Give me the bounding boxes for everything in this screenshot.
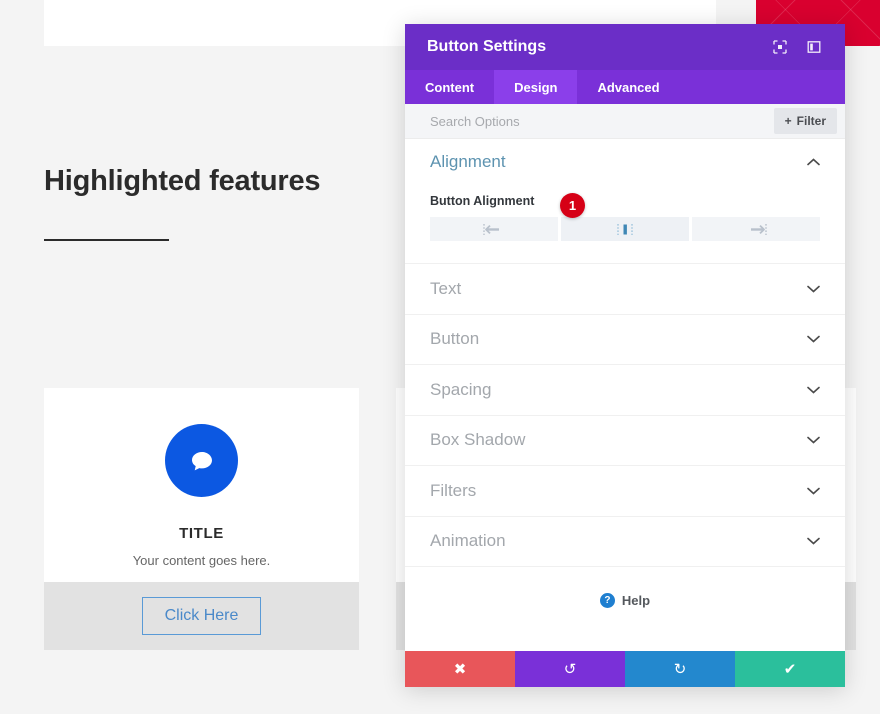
- title-divider: [44, 239, 169, 241]
- split-view-icon[interactable]: [801, 34, 827, 60]
- help-link[interactable]: ? Help: [405, 566, 845, 633]
- feature-card-footer: Click Here: [44, 582, 359, 650]
- click-here-button[interactable]: Click Here: [141, 597, 262, 635]
- section-filters-title: Filters: [430, 480, 477, 500]
- modal-footer: ✖ ↺ ↻ ✔: [405, 651, 845, 687]
- section-animation-title: Animation: [430, 531, 506, 551]
- feature-card-title: TITLE: [179, 525, 224, 542]
- help-label: Help: [621, 592, 651, 608]
- page-title: Highlighted features: [44, 165, 321, 197]
- filter-button-label: Filter: [796, 114, 826, 128]
- section-alignment-header[interactable]: Alignment: [430, 139, 820, 185]
- section-button[interactable]: Button: [405, 313, 845, 365]
- section-button-title: Button: [430, 329, 480, 349]
- tab-content[interactable]: Content: [405, 70, 494, 104]
- button-settings-modal: Button Settings Content Design Advanced: [405, 24, 845, 687]
- button-alignment-group: [430, 217, 820, 263]
- section-box-shadow[interactable]: Box Shadow: [405, 414, 845, 466]
- search-input[interactable]: [430, 113, 774, 129]
- save-button[interactable]: ✔: [735, 651, 845, 687]
- chevron-down-icon[interactable]: [807, 383, 820, 397]
- modal-header: Button Settings: [405, 24, 845, 70]
- undo-button[interactable]: ↺: [515, 651, 625, 687]
- tab-design[interactable]: Design: [494, 70, 578, 104]
- align-center-button[interactable]: [561, 217, 689, 241]
- section-alignment: Alignment Button Alignment: [405, 139, 845, 263]
- chevron-down-icon[interactable]: [807, 433, 820, 447]
- expand-view-icon[interactable]: [767, 34, 793, 60]
- chevron-up-icon[interactable]: [807, 155, 820, 169]
- chevron-down-icon[interactable]: [807, 282, 820, 296]
- cancel-button[interactable]: ✖: [405, 651, 515, 687]
- feature-card-text: Your content goes here.: [132, 553, 271, 568]
- section-text-title: Text: [430, 278, 462, 298]
- plus-icon: +: [784, 114, 792, 128]
- feature-card: TITLE Your content goes here. Click Here: [44, 388, 359, 669]
- chevron-down-icon[interactable]: [807, 534, 820, 548]
- tab-advanced[interactable]: Advanced: [577, 70, 679, 104]
- section-spacing[interactable]: Spacing: [405, 364, 845, 415]
- section-alignment-title: Alignment: [430, 152, 506, 171]
- align-right-button[interactable]: [692, 217, 820, 241]
- align-left-button[interactable]: [430, 217, 558, 241]
- section-text[interactable]: Text: [405, 263, 845, 314]
- modal-title: Button Settings: [427, 38, 547, 55]
- section-box-shadow-title: Box Shadow: [430, 430, 526, 450]
- section-filters[interactable]: Filters: [405, 465, 845, 516]
- step-badge-1: 1: [560, 193, 585, 218]
- section-animation[interactable]: Animation: [405, 515, 845, 567]
- modal-tabs: Content Design Advanced: [405, 70, 845, 104]
- section-spacing-title: Spacing: [430, 379, 492, 399]
- chevron-down-icon[interactable]: [807, 484, 820, 498]
- filter-button[interactable]: + Filter: [773, 108, 837, 134]
- chat-bubble-icon: [165, 424, 238, 497]
- chevron-down-icon[interactable]: [807, 332, 820, 346]
- redo-button[interactable]: ↻: [625, 651, 735, 687]
- modal-body: Alignment Button Alignment Text Button S…: [405, 139, 845, 651]
- screen: Highlighted features TITLE Your content …: [0, 0, 880, 714]
- button-alignment-label: Button Alignment: [430, 194, 535, 208]
- search-bar: + Filter: [405, 104, 845, 139]
- question-mark-icon: ?: [599, 592, 615, 608]
- feature-card-body: TITLE Your content goes here.: [44, 388, 359, 582]
